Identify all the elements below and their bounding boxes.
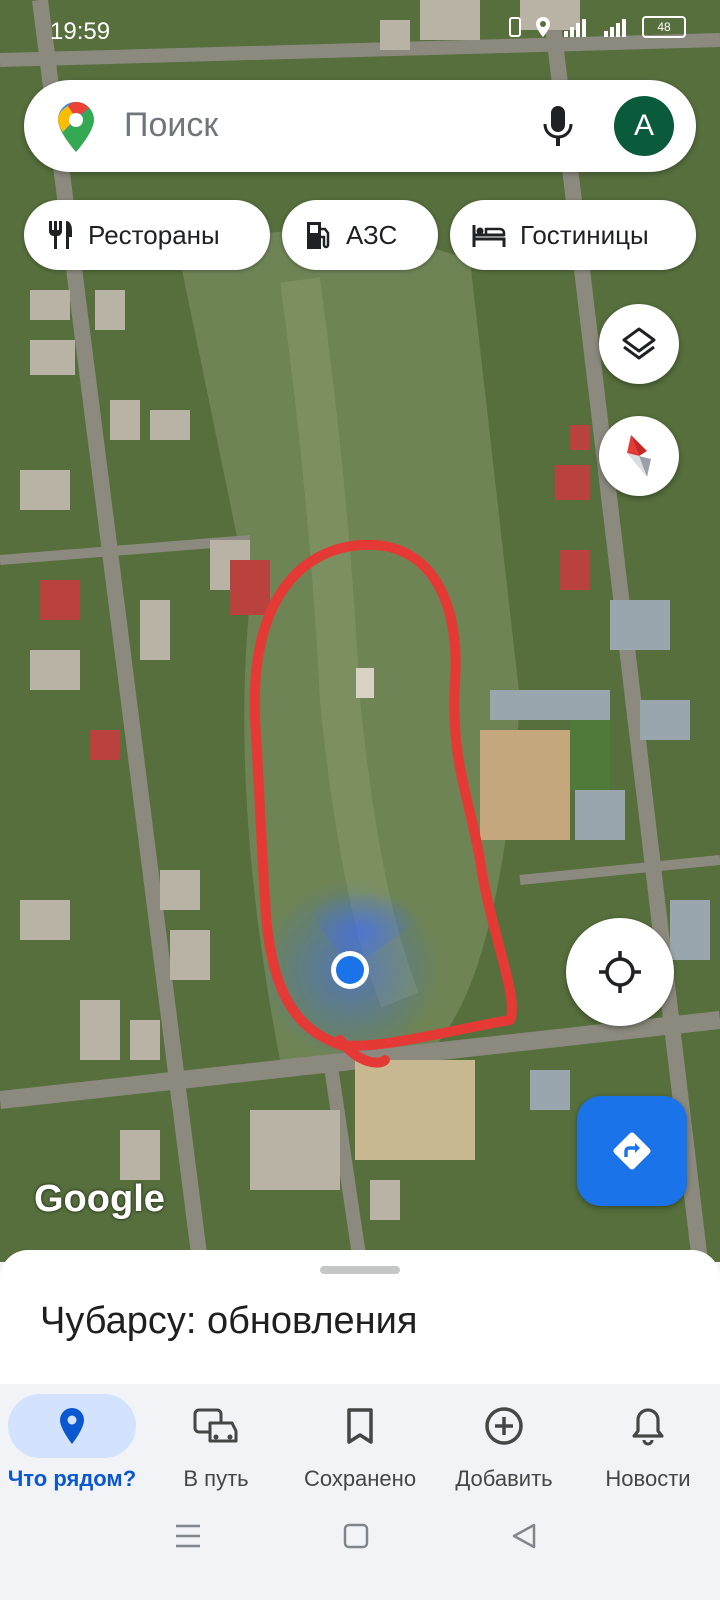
system-navigation-bar	[0, 1508, 720, 1600]
hotel-icon	[472, 225, 506, 247]
status-icons: 48	[506, 16, 686, 38]
back-icon[interactable]	[510, 1522, 538, 1550]
restaurant-icon	[49, 221, 72, 249]
account-avatar[interactable]: А	[614, 96, 674, 156]
nav-updates[interactable]: Новости	[576, 1384, 720, 1508]
nav-label: Новости	[605, 1466, 691, 1491]
nav-explore[interactable]: Что рядом?	[0, 1384, 144, 1508]
battery-icon: 48	[642, 16, 686, 38]
google-attribution: Google	[34, 1178, 165, 1220]
signal-icon	[564, 19, 586, 37]
bell-icon	[632, 1408, 664, 1446]
nav-label: Сохранено	[303, 1466, 417, 1491]
bookmark-icon	[347, 1408, 373, 1444]
location-status-icon	[536, 17, 550, 37]
directions-icon	[613, 1132, 651, 1170]
chip-label: Гостиницы	[520, 219, 649, 250]
directions-button[interactable]	[577, 1096, 687, 1206]
nav-icon-container	[326, 1394, 394, 1458]
chip-gas-stations[interactable]: АЗС	[282, 200, 438, 270]
compass-button[interactable]	[599, 416, 679, 496]
satellite-map[interactable]	[0, 0, 720, 1262]
nav-icon-container	[614, 1394, 682, 1458]
mic-icon[interactable]	[538, 102, 578, 150]
nav-label: В путь	[183, 1466, 249, 1491]
vibrate-icon	[509, 17, 521, 37]
nav-icon-container	[8, 1394, 136, 1458]
signal-2-icon	[604, 19, 626, 37]
search-bar[interactable]: Поиск А	[24, 80, 696, 172]
nav-label: Добавить	[455, 1466, 553, 1491]
chip-restaurants[interactable]: Рестораны	[24, 200, 270, 270]
chip-label: АЗС	[346, 219, 398, 250]
home-icon[interactable]	[342, 1522, 370, 1550]
nav-go[interactable]: В путь	[144, 1384, 288, 1508]
location-pin-icon	[60, 1408, 84, 1444]
chip-hotels[interactable]: Гостиницы	[450, 200, 696, 270]
recents-menu-icon[interactable]	[174, 1522, 202, 1550]
commute-icon	[193, 1408, 238, 1443]
add-circle-icon	[485, 1407, 523, 1445]
crosshair-icon	[599, 951, 641, 993]
google-maps-logo-icon	[58, 102, 94, 152]
layers-icon	[622, 327, 656, 360]
layers-button[interactable]	[599, 304, 679, 384]
compass-icon	[627, 435, 651, 477]
my-location-button[interactable]	[566, 918, 674, 1026]
nav-label: Что рядом?	[7, 1466, 137, 1491]
nav-icon-container	[470, 1394, 538, 1458]
sheet-title: Чубарсу: обновления	[40, 1300, 418, 1342]
status-bar: 19:59 48	[0, 0, 720, 64]
gas-station-icon	[307, 222, 330, 249]
sheet-drag-handle[interactable]	[320, 1266, 400, 1274]
nav-saved[interactable]: Сохранено	[288, 1384, 432, 1508]
bottom-sheet[interactable]: Чубарсу: обновления	[0, 1250, 720, 1390]
bottom-navigation: Что рядом? В путь Сохранено Добавить Нов…	[0, 1384, 720, 1508]
map-imagery	[0, 0, 720, 1262]
chip-label: Рестораны	[88, 219, 220, 250]
status-time: 19:59	[50, 18, 111, 45]
nav-contribute[interactable]: Добавить	[432, 1384, 576, 1508]
search-input[interactable]: Поиск	[124, 106, 218, 145]
nav-icon-container	[182, 1394, 250, 1458]
